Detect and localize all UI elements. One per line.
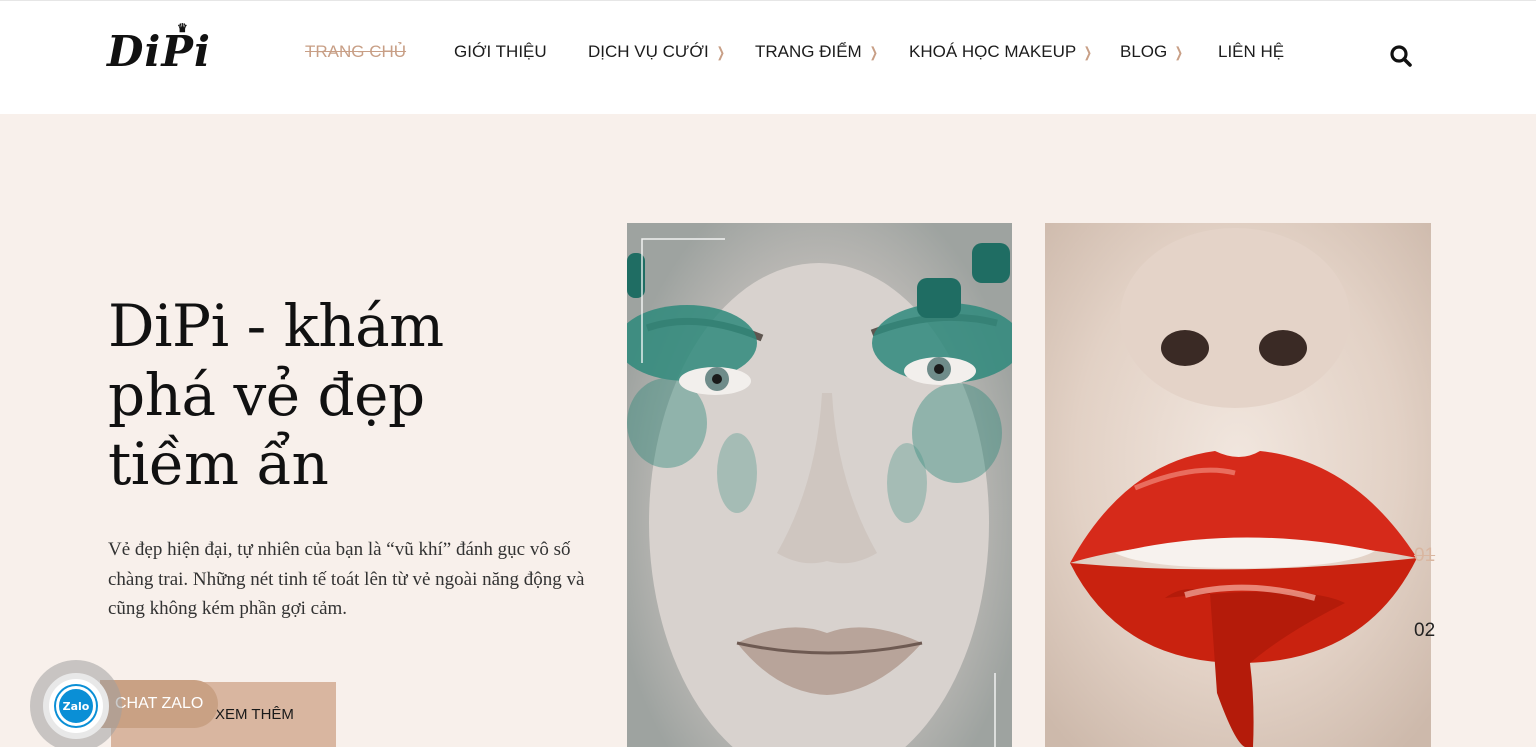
- main-nav: TRANG CHỦ GIỚI THIỆU DỊCH VỤ CƯỚI ❯ TRAN…: [305, 42, 1284, 62]
- hero-image-face: [627, 223, 1012, 747]
- nav-item-about[interactable]: GIỚI THIỆU: [454, 42, 588, 62]
- chevron-right-icon: ❯: [1083, 43, 1093, 60]
- site-header: DiPi ♛ TRANG CHỦ GIỚI THIỆU DỊCH VỤ CƯỚI…: [0, 0, 1536, 114]
- chevron-right-icon: ❯: [869, 43, 878, 60]
- crown-icon: ♛: [177, 21, 189, 35]
- nav-item-wedding-services[interactable]: DỊCH VỤ CƯỚI ❯: [588, 42, 755, 62]
- zalo-chat-label: CHAT ZALO: [115, 695, 204, 712]
- chevron-right-icon: ❯: [1175, 43, 1184, 60]
- hero-description: Vẻ đẹp hiện đại, tự nhiên của bạn là “vũ…: [108, 539, 585, 619]
- nav-item-makeup-course[interactable]: KHOÁ HỌC MAKEUP ❯: [909, 42, 1120, 62]
- nav-item-contact[interactable]: LIÊN HỆ: [1218, 42, 1284, 62]
- zalo-icon: Zalo: [56, 686, 96, 726]
- site-logo[interactable]: DiPi ♛: [107, 21, 211, 76]
- nav-item-home[interactable]: TRANG CHỦ: [305, 42, 454, 62]
- logo-text: DiPi: [107, 27, 211, 76]
- hero-image-lips: [1045, 223, 1431, 747]
- search-icon[interactable]: [1389, 44, 1413, 68]
- nav-item-blog[interactable]: BLOG ❯: [1120, 42, 1218, 62]
- slide-indicator-1[interactable]: 01: [1414, 545, 1435, 567]
- chevron-right-icon: ❯: [716, 43, 725, 60]
- zalo-chat-button[interactable]: Zalo: [43, 673, 109, 739]
- slide-indicator-2[interactable]: 02: [1414, 620, 1435, 642]
- nav-item-makeup[interactable]: TRANG ĐIỂM ❯: [755, 42, 909, 62]
- hero-title: DiPi - khám phá vẻ đẹp tiềm ẩn: [108, 292, 444, 498]
